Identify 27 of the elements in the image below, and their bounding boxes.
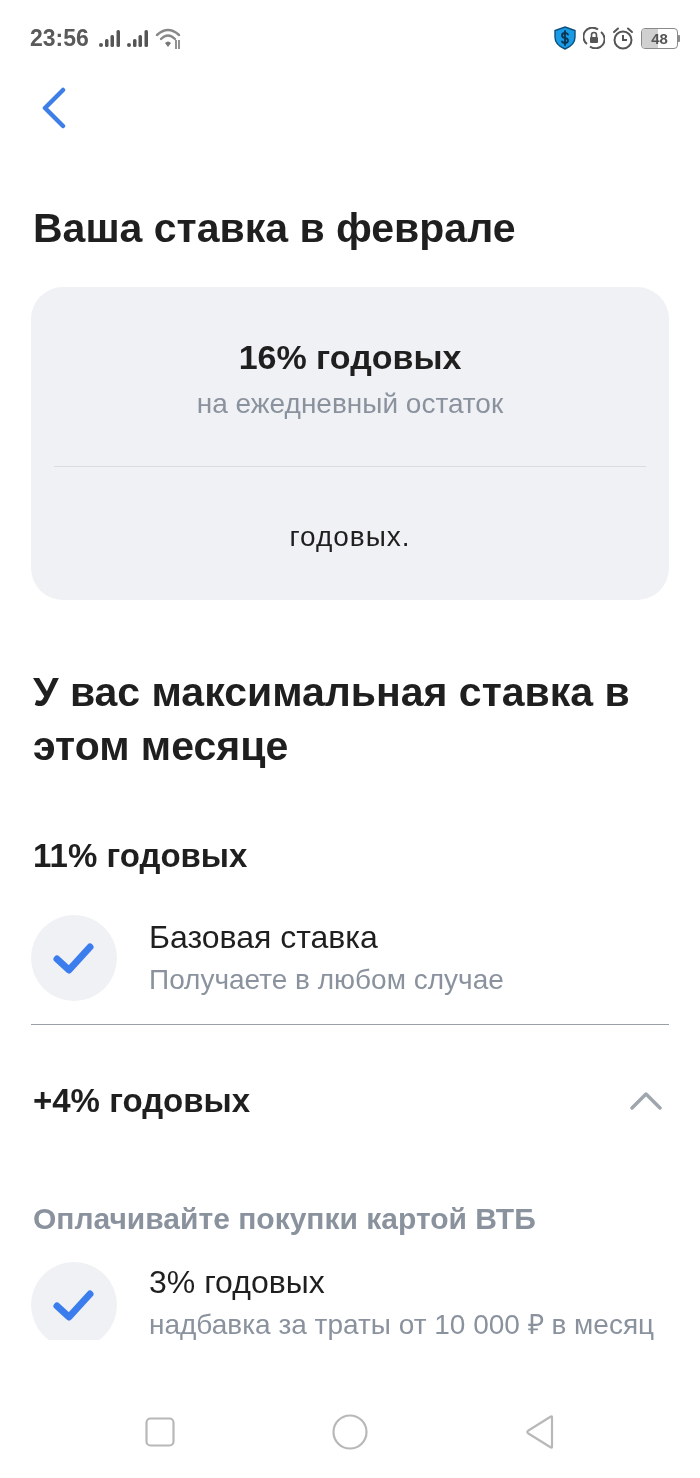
alarm-icon: [612, 26, 634, 50]
page-title: Ваша ставка в феврале: [32, 204, 517, 252]
condition-subtitle: Получаете в любом случае: [149, 965, 504, 995]
signal-icon: [126, 29, 149, 47]
back-chevron-icon: [41, 87, 67, 129]
chevron-up-icon: [630, 1092, 662, 1110]
circle-icon: [332, 1414, 368, 1450]
condition-title: Базовая ставка: [149, 920, 379, 954]
rotation-lock-icon: [583, 27, 605, 49]
battery-indicator: 48: [641, 27, 680, 49]
condition-title: 3% годовых: [149, 1265, 326, 1299]
recent-apps-button[interactable]: [142, 1414, 178, 1450]
section-title: 11% годовых: [32, 838, 249, 874]
signal-icon: [98, 29, 121, 47]
accordion-header[interactable]: +4% годовых: [0, 1083, 700, 1119]
section-heading: У вас максимальная ставка в этом месяце: [32, 668, 631, 771]
rate-note: годовых.: [289, 522, 411, 552]
shield-dollar-icon: [554, 26, 576, 50]
condition-subtitle: надбавка за траты от 10 000 ₽ в месяц: [149, 1310, 655, 1340]
triangle-icon: [525, 1415, 555, 1449]
square-icon: [145, 1417, 175, 1447]
home-button[interactable]: [332, 1414, 368, 1450]
status-time: 23:56: [30, 26, 89, 50]
group-title: Оплачивайте покупки картой ВТБ: [32, 1202, 537, 1236]
rate-value: 16% годовых: [238, 339, 462, 375]
wifi-icon: [154, 27, 183, 49]
rate-caption: на ежедневный остаток: [196, 389, 504, 419]
